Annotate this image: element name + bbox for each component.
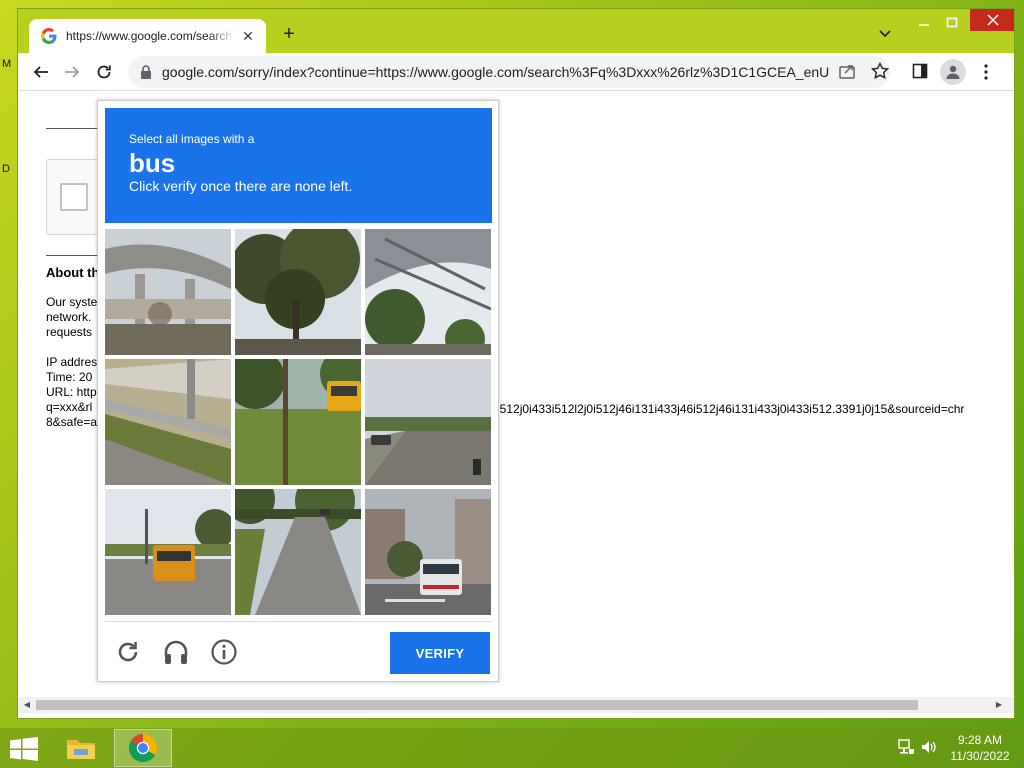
address-url: google.com/sorry/index?continue=https://… [162, 64, 830, 80]
paragraph-line: Our syste [46, 295, 98, 309]
url-line: URL: http [46, 385, 97, 399]
paragraph-line: requests [46, 325, 93, 339]
side-panel-icon [912, 63, 928, 79]
maximize-icon [946, 17, 958, 28]
person-icon [946, 65, 960, 79]
minimize-icon [919, 24, 929, 26]
captcha-challenge-dialog: Select all images with a bus Click verif… [97, 100, 499, 682]
tile-guardrail-road[interactable] [105, 359, 231, 485]
tile-bridge[interactable] [365, 229, 491, 355]
lock-icon[interactable] [140, 65, 152, 79]
tile-road-cars[interactable] [365, 359, 491, 485]
recaptcha-checkbox[interactable] [60, 183, 88, 211]
reload-button[interactable] [93, 61, 115, 83]
taskbar: 9:28 AM 11/30/2022 [0, 728, 1024, 768]
scroll-left-arrow-icon[interactable]: ◀ [22, 700, 32, 710]
tile-city-bus-intersection[interactable] [365, 489, 491, 615]
bookmark-button[interactable] [870, 61, 890, 81]
arrow-left-icon [33, 66, 48, 78]
url-continuation-text: i512j0i433i512l2j0i512j46i131i433j46i512… [497, 402, 965, 416]
captcha-footer: VERIFY [105, 621, 492, 677]
new-tab-button[interactable]: + [278, 23, 300, 45]
back-button[interactable] [30, 61, 52, 83]
clock-date: 11/30/2022 [950, 749, 1010, 763]
tile-school-bus-field[interactable] [235, 359, 361, 485]
browser-tab[interactable]: https://www.google.com/search?q=xxx ✕ [29, 19, 266, 53]
share-icon [839, 65, 855, 79]
tab-search-chevron-icon[interactable] [878, 27, 892, 41]
tab-close-button[interactable]: ✕ [240, 28, 256, 45]
more-vert-icon [984, 64, 988, 80]
time-line: Time: 20 [46, 370, 93, 384]
tile-trees[interactable] [235, 229, 361, 355]
maximize-button[interactable] [938, 13, 966, 33]
profile-avatar-button[interactable] [940, 59, 966, 85]
tile-school-bus-street[interactable] [105, 489, 231, 615]
target-object-label: bus [129, 148, 176, 178]
chrome-menu-button[interactable] [976, 62, 996, 82]
side-panel-button[interactable] [910, 61, 930, 81]
url-query-line: q=xxx&rl [46, 400, 93, 414]
scroll-right-arrow-icon[interactable]: ▶ [994, 700, 1004, 710]
info-icon[interactable] [210, 638, 238, 666]
reload-icon [97, 65, 111, 79]
file-explorer-taskbar-button[interactable] [52, 729, 110, 767]
system-clock[interactable]: 9:28 AM 11/30/2022 [940, 732, 1020, 764]
tab-title: https://www.google.com/search?q=xxx [66, 29, 234, 43]
horizontal-scrollbar[interactable]: ◀ ▶ [18, 697, 1014, 713]
forward-button[interactable] [61, 61, 83, 83]
share-button[interactable] [838, 61, 858, 81]
desktop-icon-label-d: D [2, 163, 10, 175]
close-icon [986, 14, 999, 26]
captcha-image-grid [105, 229, 492, 615]
tile-empty-road[interactable] [235, 489, 361, 615]
title-bar: https://www.google.com/search?q=xxx ✕ + [18, 9, 1014, 53]
windows-start-icon[interactable] [10, 737, 38, 761]
ip-address-line: IP addres [46, 355, 98, 369]
minimize-button[interactable] [910, 13, 938, 33]
network-icon[interactable] [897, 738, 915, 756]
audio-challenge-headphones-icon[interactable] [162, 638, 190, 666]
instruction-subtext: Click verify once there are none left. [129, 178, 353, 194]
browser-toolbar: google.com/sorry/index?continue=https://… [18, 53, 1014, 91]
clock-time: 9:28 AM [957, 733, 1003, 747]
star-icon [871, 62, 889, 80]
paragraph-line: network. [46, 310, 92, 324]
about-heading: About th [46, 265, 100, 280]
reload-challenge-icon[interactable] [114, 638, 142, 666]
close-window-button[interactable] [970, 9, 1014, 31]
desktop-icon-label-m: M [2, 58, 12, 70]
scrollbar-thumb[interactable] [36, 700, 918, 710]
folder-icon [67, 740, 95, 759]
arrow-right-icon [65, 66, 80, 78]
verify-button[interactable]: VERIFY [390, 632, 490, 674]
url-safe-line: 8&safe=a [46, 415, 98, 429]
chrome-icon [129, 734, 157, 762]
instruction-text: Select all images with a [129, 132, 255, 146]
tile-overpass[interactable] [105, 229, 231, 355]
google-g-icon [41, 28, 57, 44]
captcha-instructions: Select all images with a bus Click verif… [105, 108, 492, 223]
volume-icon[interactable] [920, 738, 938, 756]
address-bar[interactable]: google.com/sorry/index?continue=https://… [128, 56, 890, 88]
chrome-taskbar-button[interactable] [114, 729, 172, 767]
